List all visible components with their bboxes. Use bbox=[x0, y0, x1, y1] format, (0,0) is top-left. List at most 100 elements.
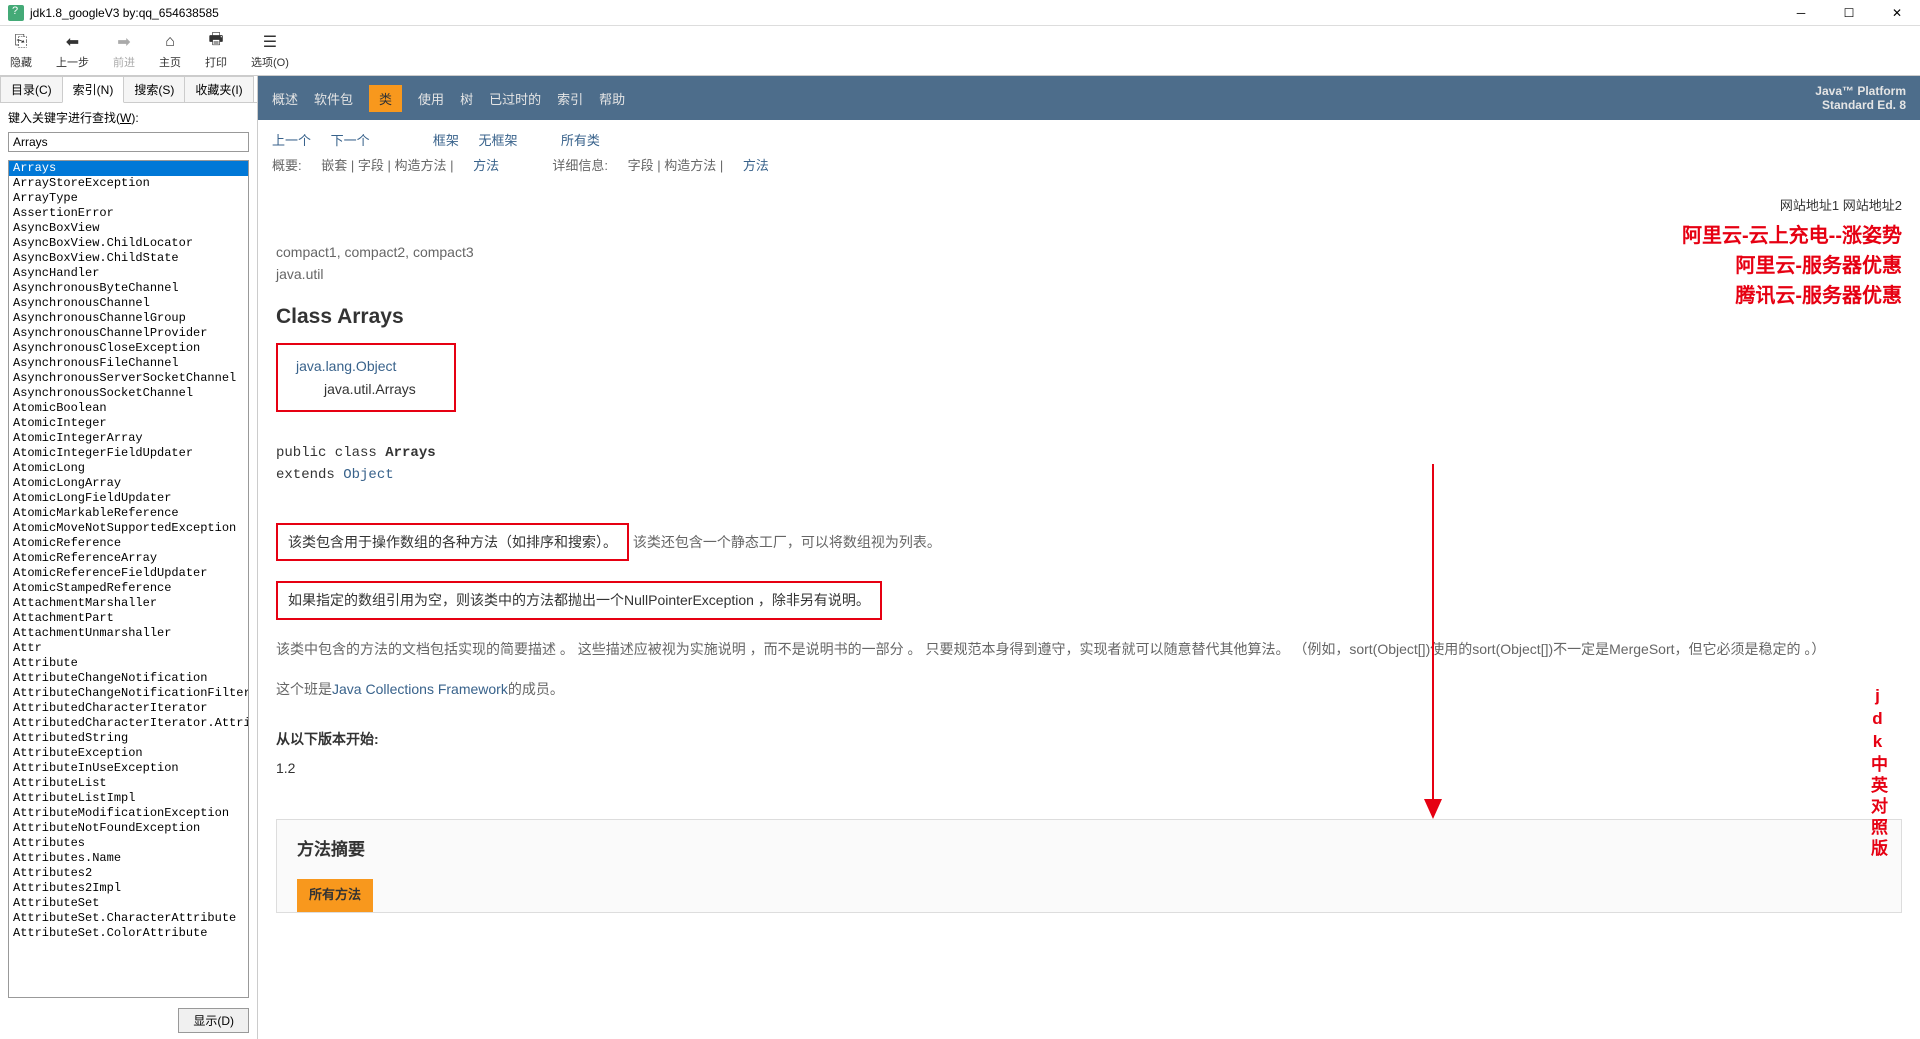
content-pane[interactable]: 概述软件包类使用树已过时的索引帮助 Java™ Platform Standar… bbox=[258, 76, 1920, 1039]
list-item[interactable]: ArrayType bbox=[9, 191, 248, 206]
list-item[interactable]: AsyncBoxView bbox=[9, 221, 248, 236]
list-item[interactable]: AsynchronousChannelProvider bbox=[9, 326, 248, 341]
nav-类[interactable]: 类 bbox=[369, 85, 402, 112]
list-item[interactable]: AsynchronousSocketChannel bbox=[9, 386, 248, 401]
list-item[interactable]: Arrays bbox=[9, 161, 248, 176]
list-item[interactable]: AsynchronousFileChannel bbox=[9, 356, 248, 371]
list-item[interactable]: AsynchronousChannelGroup bbox=[9, 311, 248, 326]
tab-index[interactable]: 索引(N) bbox=[62, 76, 125, 103]
tab-favorites[interactable]: 收藏夹(I) bbox=[184, 76, 253, 102]
nav-树[interactable]: 树 bbox=[460, 89, 473, 108]
list-item[interactable]: AtomicInteger bbox=[9, 416, 248, 431]
list-item[interactable]: AtomicStampedReference bbox=[9, 581, 248, 596]
list-item[interactable]: AttributeChangeNotificationFilter bbox=[9, 686, 248, 701]
nav-使用[interactable]: 使用 bbox=[418, 89, 444, 108]
prev-link[interactable]: 上一个 bbox=[272, 133, 311, 148]
nav-已过时的[interactable]: 已过时的 bbox=[489, 89, 541, 108]
nav-软件包[interactable]: 软件包 bbox=[314, 89, 353, 108]
nav-概述[interactable]: 概述 bbox=[272, 89, 298, 108]
inherit-object-link[interactable]: java.lang.Object bbox=[296, 355, 436, 377]
show-button[interactable]: 显示(D) bbox=[178, 1008, 249, 1033]
list-item[interactable]: ArrayStoreException bbox=[9, 176, 248, 191]
list-item[interactable]: AttachmentUnmarshaller bbox=[9, 626, 248, 641]
list-item[interactable]: Attr bbox=[9, 641, 248, 656]
back-icon: ⬅ bbox=[63, 32, 83, 52]
site-link-1[interactable]: 网站地址1 bbox=[1780, 198, 1839, 213]
window-title: jdk1.8_googleV3 by:qq_654638585 bbox=[30, 6, 1786, 20]
detail-method-link[interactable]: 方法 bbox=[743, 158, 769, 173]
all-methods-tab[interactable]: 所有方法 bbox=[297, 879, 373, 912]
list-item[interactable]: AttachmentPart bbox=[9, 611, 248, 626]
list-item[interactable]: AttributeList bbox=[9, 776, 248, 791]
list-item[interactable]: AtomicBoolean bbox=[9, 401, 248, 416]
list-item[interactable]: AtomicMoveNotSupportedException bbox=[9, 521, 248, 536]
list-item[interactable]: AttributedString bbox=[9, 731, 248, 746]
home-button[interactable]: ⌂ 主页 bbox=[159, 32, 181, 70]
maximize-button[interactable]: ☐ bbox=[1834, 3, 1864, 23]
list-item[interactable]: AttributeNotFoundException bbox=[9, 821, 248, 836]
extends-object-link[interactable]: Object bbox=[343, 467, 393, 483]
list-item[interactable]: AttributeSet bbox=[9, 896, 248, 911]
site-link-2[interactable]: 网站地址2 bbox=[1843, 198, 1902, 213]
list-item[interactable]: AtomicLongFieldUpdater bbox=[9, 491, 248, 506]
frame-link[interactable]: 框架 bbox=[433, 133, 459, 148]
list-item[interactable]: AtomicLong bbox=[9, 461, 248, 476]
list-item[interactable]: AsyncHandler bbox=[9, 266, 248, 281]
collections-framework-link[interactable]: Java Collections Framework bbox=[332, 681, 508, 697]
titlebar: jdk1.8_googleV3 by:qq_654638585 ─ ☐ ✕ bbox=[0, 0, 1920, 26]
nav-帮助[interactable]: 帮助 bbox=[599, 89, 625, 108]
list-item[interactable]: AsynchronousCloseException bbox=[9, 341, 248, 356]
list-item[interactable]: AtomicLongArray bbox=[9, 476, 248, 491]
list-item[interactable]: AsynchronousByteChannel bbox=[9, 281, 248, 296]
list-item[interactable]: AtomicReferenceFieldUpdater bbox=[9, 566, 248, 581]
class-title: Class Arrays bbox=[276, 300, 1902, 334]
list-item[interactable]: Attributes bbox=[9, 836, 248, 851]
list-item[interactable]: AttributeModificationException bbox=[9, 806, 248, 821]
list-item[interactable]: AtomicIntegerArray bbox=[9, 431, 248, 446]
next-link[interactable]: 下一个 bbox=[331, 133, 370, 148]
allclasses-link[interactable]: 所有类 bbox=[561, 133, 600, 148]
list-item[interactable]: AtomicReference bbox=[9, 536, 248, 551]
search-label: 键入关键字进行查找(W): bbox=[0, 103, 257, 128]
tab-contents[interactable]: 目录(C) bbox=[0, 76, 63, 102]
list-item[interactable]: Attributes2Impl bbox=[9, 881, 248, 896]
tab-search[interactable]: 搜索(S) bbox=[123, 76, 185, 102]
list-item[interactable]: AssertionError bbox=[9, 206, 248, 221]
index-listbox[interactable]: ArraysArrayStoreExceptionArrayTypeAssert… bbox=[8, 160, 249, 998]
list-item[interactable]: Attributes.Name bbox=[9, 851, 248, 866]
noframe-link[interactable]: 无框架 bbox=[479, 133, 518, 148]
list-item[interactable]: AttributedCharacterIterator bbox=[9, 701, 248, 716]
list-item[interactable]: AsyncBoxView.ChildState bbox=[9, 251, 248, 266]
list-item[interactable]: AttributeListImpl bbox=[9, 791, 248, 806]
list-item[interactable]: AsyncBoxView.ChildLocator bbox=[9, 236, 248, 251]
summary-method-link[interactable]: 方法 bbox=[473, 158, 499, 173]
desc-highlight-2: 如果指定的数组引用为空，则该类中的方法都抛出一个NullPointerExcep… bbox=[276, 581, 882, 619]
inheritance-box: java.lang.Object java.util.Arrays bbox=[276, 343, 456, 412]
list-item[interactable]: AtomicReferenceArray bbox=[9, 551, 248, 566]
list-item[interactable]: AttributeSet.CharacterAttribute bbox=[9, 911, 248, 926]
since-value: 1.2 bbox=[276, 757, 1902, 779]
list-item[interactable]: AttributeSet.ColorAttribute bbox=[9, 926, 248, 941]
hide-button[interactable]: ⎘ 隐藏 bbox=[10, 32, 32, 70]
nav-索引[interactable]: 索引 bbox=[557, 89, 583, 108]
list-item[interactable]: Attribute bbox=[9, 656, 248, 671]
close-button[interactable]: ✕ bbox=[1882, 3, 1912, 23]
list-item[interactable]: AttributeException bbox=[9, 746, 248, 761]
list-item[interactable]: AsynchronousChannel bbox=[9, 296, 248, 311]
hide-icon: ⎘ bbox=[11, 32, 31, 52]
options-icon: ☰ bbox=[260, 32, 280, 52]
forward-button[interactable]: ➡ 前进 bbox=[113, 32, 135, 70]
print-button[interactable]: 🖶 打印 bbox=[205, 32, 227, 70]
list-item[interactable]: AttributeChangeNotification bbox=[9, 671, 248, 686]
list-item[interactable]: AtomicMarkableReference bbox=[9, 506, 248, 521]
list-item[interactable]: AttributeInUseException bbox=[9, 761, 248, 776]
list-item[interactable]: AttachmentMarshaller bbox=[9, 596, 248, 611]
back-button[interactable]: ⬅ 上一步 bbox=[56, 32, 89, 70]
list-item[interactable]: Attributes2 bbox=[9, 866, 248, 881]
list-item[interactable]: AttributedCharacterIterator.Attribu bbox=[9, 716, 248, 731]
minimize-button[interactable]: ─ bbox=[1786, 3, 1816, 23]
search-input[interactable] bbox=[8, 132, 249, 152]
list-item[interactable]: AtomicIntegerFieldUpdater bbox=[9, 446, 248, 461]
options-button[interactable]: ☰ 选项(O) bbox=[251, 32, 289, 70]
list-item[interactable]: AsynchronousServerSocketChannel bbox=[9, 371, 248, 386]
